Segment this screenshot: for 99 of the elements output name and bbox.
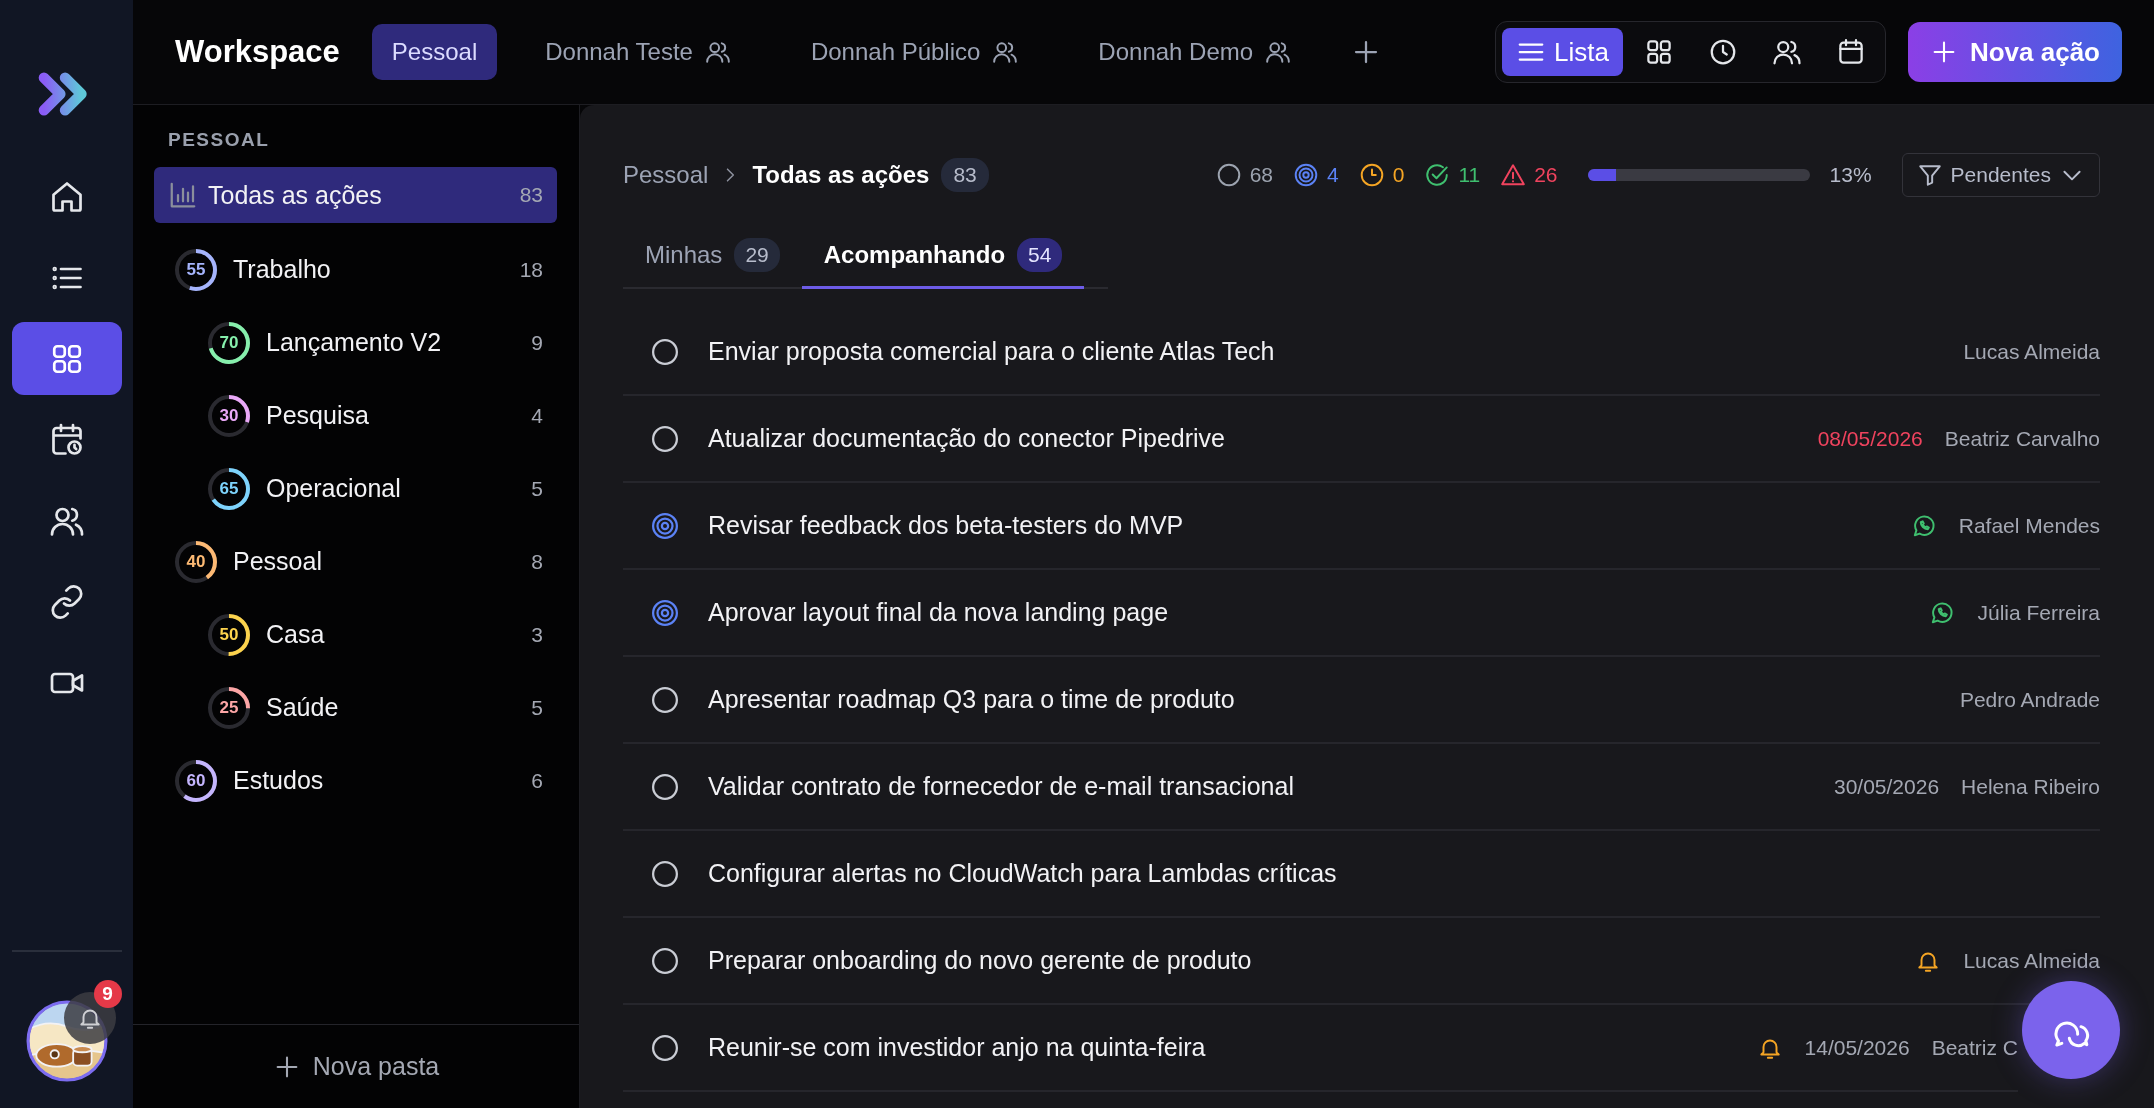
workspace-tab[interactable]: Donnah Demo — [1078, 24, 1312, 80]
task-row[interactable]: Validar contrato de fornecedor de e-mail transacional 30/05/2026 Helena Ribeiro — [623, 744, 2100, 831]
task-title[interactable]: Atualizar documentação do conector Pipedrive — [708, 424, 1818, 453]
folder-count: 3 — [531, 622, 543, 647]
folder-count: 5 — [531, 476, 543, 501]
folder-item[interactable]: 25 Saúde 5 — [154, 671, 557, 744]
folder-count: 5 — [531, 695, 543, 720]
folder-item[interactable]: 50 Casa 3 — [154, 598, 557, 671]
stat-count: 11 — [1458, 163, 1481, 187]
status-circle-icon[interactable] — [650, 684, 680, 715]
task-row[interactable]: Reunir-se com investidor anjo na quinta-feira 14/05/2026 Beatriz C — [623, 1005, 2018, 1092]
progress-percent: 30 — [219, 405, 239, 426]
assignee-name: Pedro Andrade — [1959, 687, 2100, 712]
stat-count: 0 — [1392, 163, 1405, 187]
progress-percent: 25 — [219, 697, 239, 718]
progress-percent: 55 — [186, 259, 206, 280]
assignee-name: Beatriz Carvalho — [1944, 426, 2100, 451]
progress-percent: 65 — [219, 478, 239, 499]
folder-item[interactable]: 40 Pessoal 8 — [154, 525, 557, 598]
count-badge: 83 — [941, 158, 989, 192]
count-badge: 29 — [734, 237, 780, 272]
task-row[interactable]: Apresentar roadmap Q3 para o time de produto Pedro Andrade — [623, 657, 2100, 744]
folder-count: 4 — [531, 403, 543, 428]
folder-item[interactable]: 65 Operacional 5 — [154, 452, 557, 525]
workspace-tab[interactable]: Pessoal — [371, 24, 498, 80]
bar-chart-icon — [168, 180, 198, 210]
folder-name: Lançamento V2 — [266, 328, 443, 357]
folder-count: 18 — [519, 257, 543, 282]
task-title[interactable]: Enviar proposta comercial para o cliente Atlas Tech — [708, 337, 1964, 366]
funnel-icon — [1916, 162, 1943, 188]
status-circle-icon[interactable] — [650, 771, 680, 802]
progress-percent: 50 — [219, 624, 239, 645]
folder-name: Pesquisa — [266, 401, 370, 430]
chat-button[interactable] — [2022, 981, 2120, 1079]
task-title[interactable]: Configurar alertas no CloudWatch para Lambdas críticas — [708, 859, 2100, 888]
notification-badge: 9 — [93, 980, 122, 1008]
folder-name: Pessoal — [233, 547, 323, 576]
assignee-name: Beatriz C — [1931, 1035, 2018, 1060]
count-badge: 54 — [1017, 237, 1063, 272]
folder-count: 9 — [531, 330, 543, 355]
all-actions-item[interactable]: Todas as ações 83 — [154, 167, 557, 223]
folder-item[interactable]: 55 Trabalho 18 — [154, 233, 557, 306]
folder-count: 8 — [531, 549, 543, 574]
workspace-tab[interactable]: Donnah Teste — [525, 24, 751, 80]
progress-percent: 70 — [219, 332, 239, 353]
assignee-name: Júlia Ferreira — [1977, 600, 2100, 625]
assignee-name: Rafael Mendes — [1958, 513, 2100, 538]
stat-count: 4 — [1327, 163, 1339, 187]
task-row[interactable]: Configurar alertas no CloudWatch para Lambdas críticas — [623, 831, 2100, 918]
breadcrumb-current: Todas as ações — [752, 161, 930, 189]
filter-dropdown[interactable]: Pendentes — [1901, 153, 2100, 197]
link-icon — [48, 583, 85, 620]
due-date: 08/05/2026 — [1817, 426, 1923, 451]
task-row[interactable]: Atualizar documentação do conector Pipedrive 08/05/2026 Beatriz Carvalho — [623, 396, 2100, 483]
assignee-name: Helena Ribeiro — [1961, 774, 2100, 799]
stat-count: 26 — [1534, 163, 1558, 187]
status-circle-icon[interactable] — [650, 336, 680, 367]
assignee-name: Lucas Almeida — [1963, 339, 2100, 364]
breadcrumb-link[interactable]: Pessoal — [623, 161, 709, 189]
task-title[interactable]: Validar contrato de fornecedor de e-mail transacional — [708, 772, 1834, 801]
folder-item[interactable]: 70 Lançamento V2 9 — [154, 306, 557, 379]
list-tab[interactable]: Acompanhando 54 — [801, 223, 1085, 289]
section-label: PESSOAL — [167, 129, 271, 151]
new-action-button[interactable]: Nova ação — [1907, 22, 2122, 82]
progress-percent: 60 — [186, 770, 206, 791]
folder-item[interactable]: 30 Pesquisa 4 — [154, 379, 557, 452]
folder-name: Casa — [266, 620, 326, 649]
progress-label: 13% — [1829, 163, 1872, 187]
workspace-title: Workspace — [175, 34, 340, 70]
due-date: 14/05/2026 — [1804, 1035, 1910, 1060]
task-title[interactable]: Preparar onboarding do novo gerente de produto — [708, 946, 1916, 975]
folder-name: Operacional — [266, 474, 402, 503]
folder-count: 6 — [531, 768, 543, 793]
task-title[interactable]: Apresentar roadmap Q3 para o time de produto — [708, 685, 1960, 714]
status-circle-icon[interactable] — [650, 423, 680, 454]
progress-percent: 40 — [186, 551, 206, 572]
target-icon[interactable] — [650, 597, 680, 628]
status-circle-icon[interactable] — [650, 858, 680, 889]
task-title[interactable]: Reunir-se com investidor anjo na quinta-feira — [708, 1033, 1757, 1062]
view-button[interactable]: Lista — [1502, 28, 1623, 76]
due-date: 30/05/2026 — [1833, 774, 1940, 799]
task-row[interactable]: Revisar feedback dos beta-testers do MVP Rafael Mendes — [623, 483, 2100, 570]
assignee-name: Lucas Almeida — [1963, 948, 2100, 973]
task-title[interactable]: Revisar feedback dos beta-testers do MVP — [708, 511, 1911, 540]
nav-button[interactable] — [11, 322, 122, 395]
target-icon[interactable] — [650, 510, 680, 541]
workspace-tab[interactable]: Donnah Público — [790, 24, 1039, 80]
status-circle-icon[interactable] — [650, 945, 680, 976]
task-row[interactable]: Aprovar layout final da nova landing page Júlia Ferreira — [623, 570, 2100, 657]
status-circle-icon[interactable] — [650, 1032, 680, 1063]
list-tab[interactable]: Minhas 29 — [623, 223, 802, 289]
folder-item[interactable]: 60 Estudos 6 — [154, 744, 557, 817]
new-folder-button[interactable]: Nova pasta — [133, 1024, 579, 1108]
task-title[interactable]: Aprovar layout final da nova landing page — [708, 598, 1930, 627]
stat-count: 68 — [1249, 163, 1273, 187]
folder-name: Trabalho — [233, 255, 332, 284]
task-row[interactable]: Enviar proposta comercial para o cliente Atlas Tech Lucas Almeida — [623, 309, 2100, 396]
folder-name: Estudos — [233, 766, 325, 795]
folder-name: Saúde — [266, 693, 340, 722]
